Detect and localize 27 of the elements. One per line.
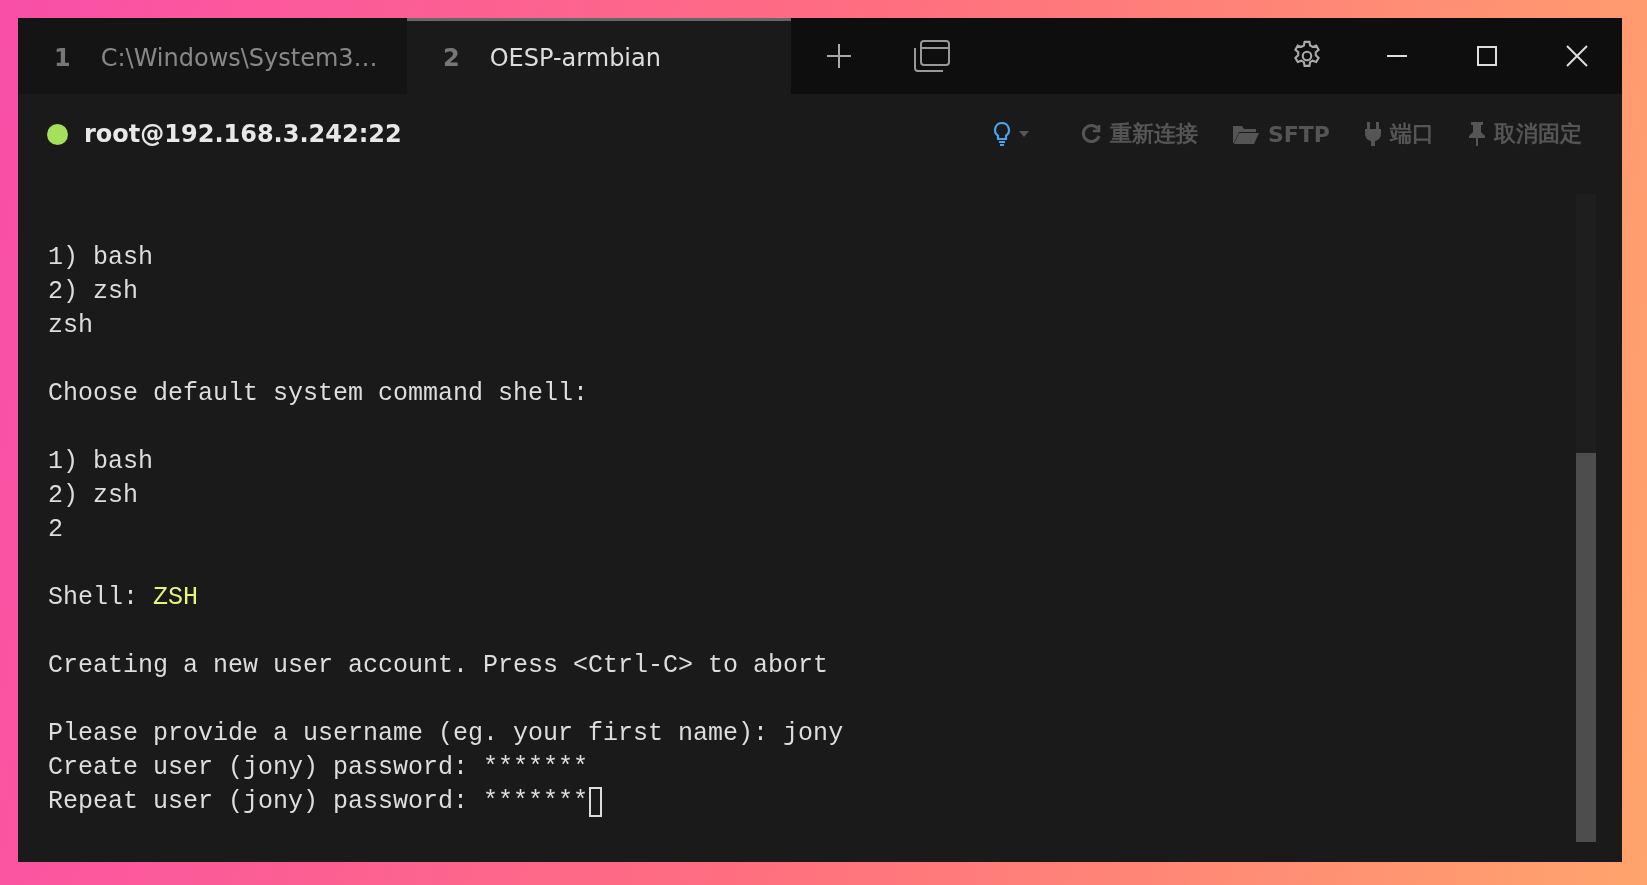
terminal-line: 2 (48, 514, 63, 546)
terminal-line: Choose default system command shell: (48, 378, 589, 410)
terminal-line: 1) bash (48, 446, 154, 478)
ports-button[interactable]: 端口 (1364, 119, 1434, 149)
terminal-line: 2) zsh (48, 276, 138, 308)
terminal-line: 1) bash (48, 242, 154, 274)
terminal-line: Repeat user (jony) password: ******* (48, 786, 589, 818)
folder-icon (1232, 123, 1260, 145)
refresh-icon (1080, 123, 1102, 145)
caret-icon (1018, 130, 1030, 138)
tab[interactable]: 2 OESP-armbian (407, 18, 791, 94)
terminal-line: zsh (48, 310, 93, 342)
lightbulb-icon (992, 121, 1012, 147)
terminal-line: Shell: ZSH (48, 582, 199, 614)
tab[interactable]: 1 C:\Windows\System3… (18, 18, 407, 94)
plug-icon (1364, 121, 1382, 147)
terminal-line: Creating a new user account. Press <Ctrl-C> to abort (48, 650, 829, 682)
terminal-line: Please provide a username (eg. your first name): jony (48, 718, 844, 750)
reconnect-button[interactable]: 重新连接 (1080, 119, 1198, 149)
unpin-button[interactable]: 取消固定 (1468, 119, 1582, 149)
sftp-button[interactable]: SFTP (1232, 121, 1330, 147)
pin-icon (1468, 121, 1486, 147)
host-label: root@192.168.3.242:22 (84, 120, 402, 148)
scrollbar[interactable] (1576, 194, 1596, 842)
tips-button[interactable] (992, 121, 1030, 147)
terminal-line: 2) zsh (48, 480, 138, 512)
terminal-line: Create user (jony) password: ******* (48, 752, 589, 784)
